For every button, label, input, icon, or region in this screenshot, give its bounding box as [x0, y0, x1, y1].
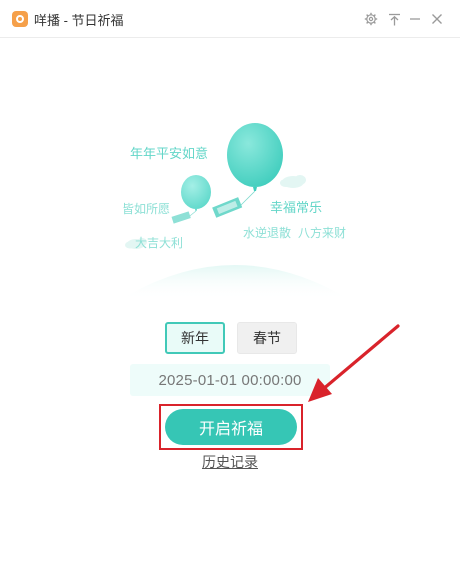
blessing-text: 八方来财 [298, 226, 347, 240]
settings-icon[interactable] [361, 9, 381, 29]
tab-spring-festival[interactable]: 春节 [237, 322, 297, 354]
start-blessing-button[interactable]: 开启祈福 [165, 409, 297, 445]
blessing-text: 大吉大利 [135, 236, 184, 250]
ground-arc [120, 265, 350, 300]
blessing-text: 水逆退散 [243, 226, 292, 240]
tab-new-year[interactable]: 新年 [165, 322, 225, 354]
minimize-icon[interactable] [405, 9, 425, 29]
pin-top-icon[interactable] [384, 9, 404, 29]
history-records-link[interactable]: 历史记录 [200, 452, 260, 472]
blessing-text: 皆如所愿 [122, 202, 171, 216]
window-title: 咩播 - 节日祈福 [34, 13, 124, 28]
close-icon[interactable] [427, 9, 447, 29]
cloud-icon [280, 175, 306, 188]
blessing-illustration: 年年平安如意 皆如所愿 幸福常乐 大吉大利 水逆退散 八方来财 [110, 110, 360, 310]
annotation-arrow-icon [308, 324, 400, 402]
blessing-text: 年年平安如意 [130, 147, 209, 162]
title-bar: 咩播 - 节日祈福 [0, 0, 460, 38]
blessing-text: 幸福常乐 [270, 201, 323, 216]
app-logo-icon [12, 11, 28, 27]
small-balloon [171, 175, 211, 224]
